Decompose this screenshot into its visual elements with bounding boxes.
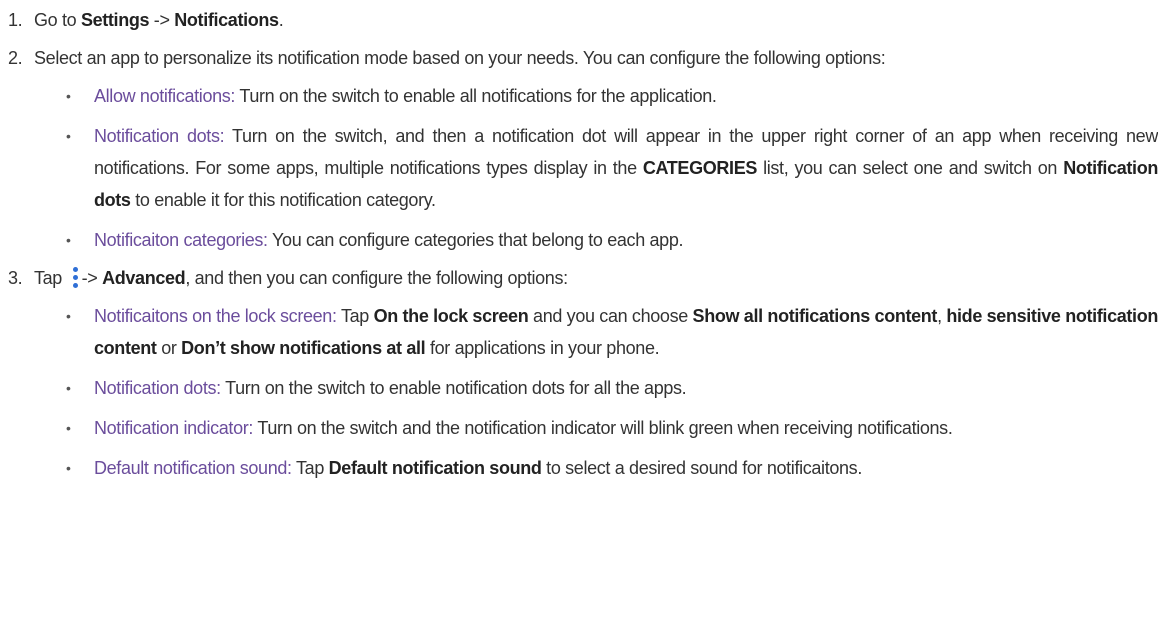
list-item: • Notification dots: Turn on the switch … — [66, 372, 1158, 404]
step-body: Go to Settings -> Notifications. — [34, 4, 1143, 36]
text-segment: Go to — [34, 10, 81, 30]
option-desc: You can configure categories that belong… — [267, 230, 684, 250]
option-desc: Turn on the switch to enable notificatio… — [220, 378, 687, 398]
option-desc: Turn on the switch to enable all notific… — [235, 86, 717, 106]
list-item: • Notificaitons on the lock screen: Tap … — [66, 300, 1158, 364]
categories-label: CATEGORIES — [642, 158, 758, 178]
arrow-text: -> — [81, 268, 103, 288]
advanced-label: Advanced — [102, 268, 186, 288]
bullet-icon: • — [66, 380, 71, 396]
option-desc: Turn on the switch and the notification … — [253, 418, 953, 438]
list-item: • Default notification sound: Tap Defaul… — [66, 452, 1158, 484]
more-vertical-icon — [70, 267, 80, 289]
step-2-options: • Allow notifications: Turn on the switc… — [34, 80, 1158, 256]
option-desc: and you can choose — [528, 306, 693, 326]
option-term: Notification dots: — [94, 126, 225, 146]
step-3: 3. Tap -> Advanced, and then you can con… — [8, 262, 1143, 294]
show-all-label: Show all notifications content — [692, 306, 938, 326]
step-text: Tap -> Advanced, and then you can config… — [34, 262, 1143, 294]
text-segment: , and then you can configure the followi… — [185, 268, 568, 288]
step-text: Go to Settings -> Notifications. — [34, 4, 1143, 36]
option-desc: to enable it for this notification categ… — [130, 190, 436, 210]
arrow-text: -> — [149, 10, 175, 30]
option-desc: , — [937, 306, 947, 326]
default-sound-label: Default notification sound — [328, 458, 542, 478]
instruction-document: 1. Go to Settings -> Notifications. 2. S… — [0, 0, 1158, 640]
option-desc: or — [156, 338, 182, 358]
bullet-icon: • — [66, 128, 71, 144]
bullet-icon: • — [66, 88, 71, 104]
option-desc: list, you can select one and switch on — [757, 158, 1064, 178]
step-number: 2. — [8, 48, 23, 68]
list-item: • Notificaiton categories: You can confi… — [66, 224, 1158, 256]
bullet-icon: • — [66, 232, 71, 248]
step-body: Select an app to personalize its notific… — [34, 42, 1143, 74]
option-term: Notificaitons on the lock screen: — [94, 306, 337, 326]
step-number: 1. — [8, 10, 23, 30]
lock-screen-label: On the lock screen — [373, 306, 529, 326]
text-segment: . — [278, 10, 284, 30]
list-item: • Notification indicator: Turn on the sw… — [66, 412, 1158, 444]
notifications-label: Notifications — [174, 10, 279, 30]
bullet-icon: • — [66, 460, 71, 476]
step-number: 3. — [8, 268, 23, 288]
bullet-icon: • — [66, 420, 71, 436]
option-desc: Tap — [336, 306, 374, 326]
list-item: • Notification dots: Turn on the switch,… — [66, 120, 1158, 216]
step-1: 1. Go to Settings -> Notifications. — [8, 4, 1143, 36]
option-term: Notification dots: — [94, 378, 221, 398]
option-term: Notificaiton categories: — [94, 230, 268, 250]
list-item: • Allow notifications: Turn on the switc… — [66, 80, 1158, 112]
step-text: Select an app to personalize its notific… — [34, 48, 886, 68]
text-segment: Tap — [34, 268, 67, 288]
step-3-options: • Notificaitons on the lock screen: Tap … — [34, 300, 1158, 484]
bullet-icon: • — [66, 308, 71, 324]
step-2: 2. Select an app to personalize its noti… — [8, 42, 1143, 74]
settings-label: Settings — [80, 10, 150, 30]
option-desc: to select a desired sound for notificait… — [541, 458, 862, 478]
option-term: Allow notifications: — [94, 86, 236, 106]
step-body: Tap -> Advanced, and then you can config… — [34, 262, 1143, 294]
option-desc: Tap — [291, 458, 329, 478]
option-term: Notification indicator: — [94, 418, 254, 438]
option-desc: for applications in your phone. — [425, 338, 660, 358]
dont-show-label: Don’t show notifications at all — [181, 338, 426, 358]
option-term: Default notification sound: — [94, 458, 292, 478]
